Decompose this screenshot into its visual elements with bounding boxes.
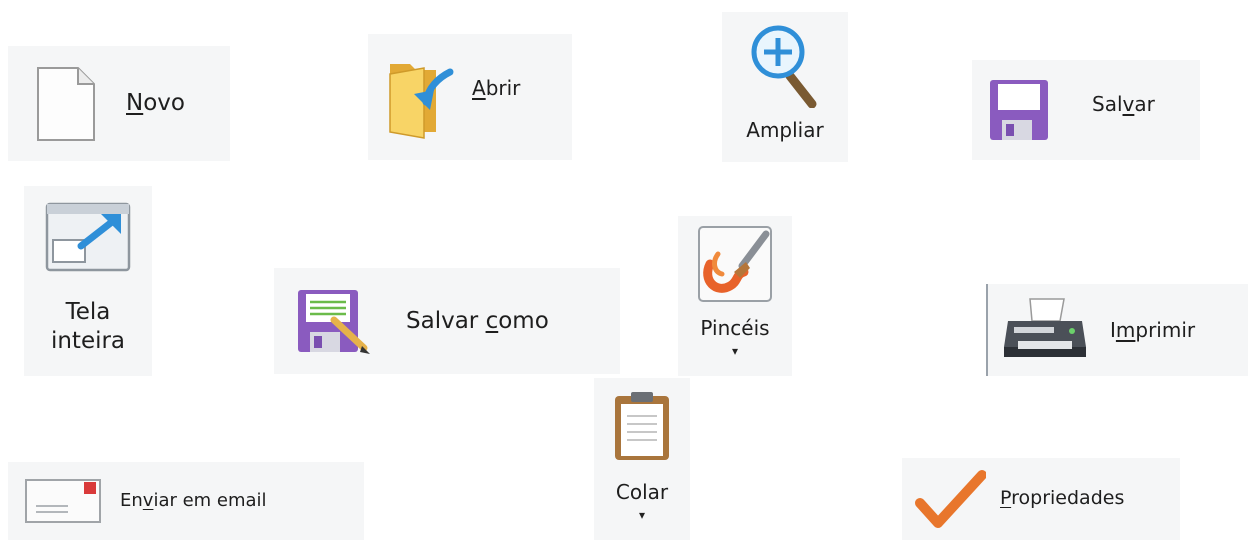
colar-button[interactable]: Colar ▾ bbox=[594, 378, 690, 540]
tela-inteira-label-line1: Tela bbox=[65, 299, 111, 325]
tela-inteira-button[interactable]: Tela inteira bbox=[24, 186, 152, 376]
save-as-icon bbox=[298, 290, 370, 354]
pinceis-label: Pincéis bbox=[700, 316, 770, 340]
pinceis-button[interactable]: Pincéis ▾ bbox=[678, 216, 792, 376]
salvar-label: Salvar bbox=[1092, 91, 1155, 116]
open-folder-icon bbox=[389, 64, 454, 139]
novo-label: Novo bbox=[126, 90, 185, 117]
brush-icon bbox=[698, 226, 772, 302]
colar-label: Colar bbox=[615, 480, 669, 504]
blank-document-icon bbox=[37, 66, 95, 141]
imprimir-button[interactable]: Imprimir bbox=[986, 284, 1248, 376]
zoom-in-icon bbox=[751, 25, 817, 108]
clipboard-icon bbox=[615, 392, 669, 460]
salvar-como-button[interactable]: Salvar como bbox=[274, 268, 620, 374]
ampliar-button[interactable]: Ampliar bbox=[722, 12, 848, 162]
salvar-button[interactable]: Salvar bbox=[972, 60, 1200, 160]
email-envelope-icon bbox=[25, 479, 101, 523]
enviar-email-button[interactable]: Enviar em email bbox=[8, 462, 364, 540]
pinceis-dropdown-arrow[interactable]: ▾ bbox=[732, 345, 738, 357]
imprimir-label: Imprimir bbox=[1110, 317, 1196, 342]
floppy-disk-icon bbox=[990, 80, 1048, 140]
salvar-como-label: Salvar como bbox=[406, 307, 549, 334]
colar-dropdown-arrow[interactable]: ▾ bbox=[639, 509, 645, 521]
tela-inteira-label-line2: inteira bbox=[50, 327, 126, 354]
propriedades-button[interactable]: Propriedades bbox=[902, 458, 1180, 540]
novo-button[interactable]: Novo bbox=[8, 46, 230, 161]
propriedades-label: Propriedades bbox=[1000, 487, 1125, 510]
abrir-label: Abrir bbox=[472, 75, 521, 100]
fullscreen-icon bbox=[45, 202, 131, 272]
abrir-button[interactable]: Abrir bbox=[368, 34, 572, 160]
checkmark-icon bbox=[915, 470, 986, 528]
enviar-email-label: Enviar em email bbox=[120, 489, 267, 511]
printer-icon bbox=[1004, 298, 1086, 357]
ampliar-label: Ampliar bbox=[746, 118, 824, 142]
